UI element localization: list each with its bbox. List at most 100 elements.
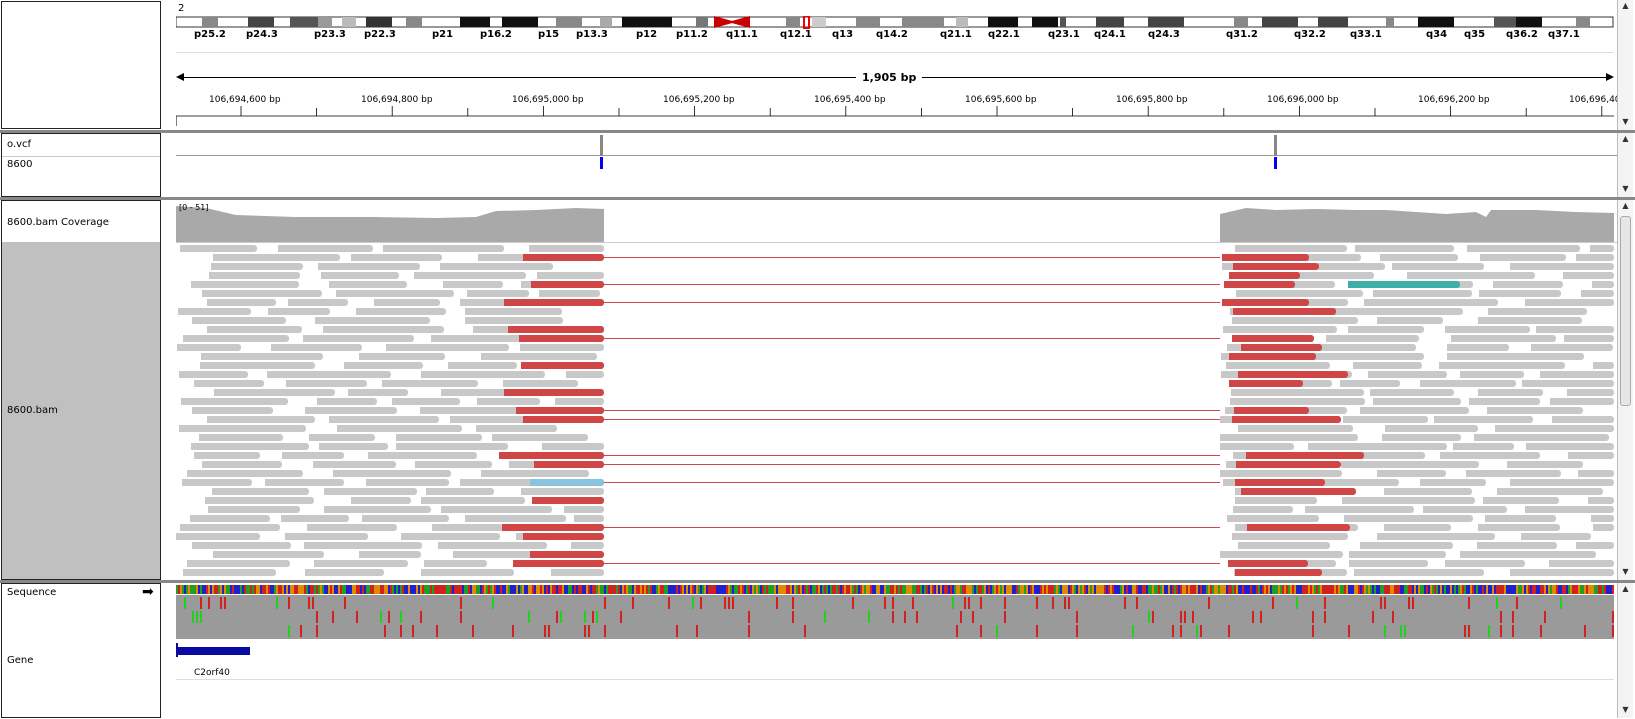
aligned-read[interactable] (1227, 515, 1319, 522)
strand-arrow-icon[interactable]: ➡ (142, 584, 154, 600)
aligned-read[interactable] (421, 569, 514, 576)
aligned-read[interactable] (1567, 389, 1614, 396)
aligned-read[interactable] (566, 371, 604, 378)
discordant-read[interactable] (1229, 353, 1316, 360)
aligned-read[interactable] (1549, 560, 1614, 567)
discordant-read[interactable] (1222, 299, 1309, 306)
aligned-read[interactable] (1536, 326, 1614, 333)
aligned-read[interactable] (1493, 281, 1563, 288)
aligned-read[interactable] (465, 308, 562, 315)
aligned-read[interactable] (1578, 470, 1614, 477)
aligned-read[interactable] (555, 398, 604, 405)
scroll-up-icon[interactable]: ▲ (1618, 133, 1633, 145)
ideogram-panel[interactable]: 2 p25.2 p24.3 p23.3 p22.3 p21 p16.2 p15 … (176, 0, 1621, 130)
aligned-read[interactable] (319, 443, 388, 450)
aligned-read[interactable] (187, 560, 290, 567)
aligned-read[interactable] (1478, 389, 1543, 396)
aligned-read[interactable] (212, 488, 309, 495)
scroll-down-icon[interactable]: ▼ (1618, 704, 1633, 716)
aligned-read[interactable] (192, 407, 273, 414)
aligned-read[interactable] (415, 461, 492, 468)
bam-track-selection[interactable]: 8600.bam (2, 242, 160, 579)
aligned-read[interactable] (209, 272, 300, 279)
aligned-read[interactable] (492, 434, 588, 441)
aligned-read[interactable] (202, 290, 322, 297)
aligned-read[interactable] (211, 263, 303, 270)
aligned-read[interactable] (192, 317, 286, 324)
aligned-read[interactable] (481, 353, 597, 360)
aligned-read[interactable] (309, 434, 375, 441)
aligned-read[interactable] (1445, 326, 1530, 333)
discordant-read[interactable] (1224, 281, 1295, 288)
discordant-read[interactable] (1234, 407, 1309, 414)
aligned-read[interactable] (467, 290, 529, 297)
feature-data-panel[interactable]: C2orf40 (176, 583, 1617, 718)
vcf-sample-name[interactable]: 8600 (7, 159, 32, 170)
variant-genotype-marker[interactable] (1274, 157, 1277, 169)
aligned-read[interactable] (529, 245, 604, 252)
aligned-read[interactable] (1308, 443, 1447, 450)
aligned-read[interactable] (424, 560, 487, 567)
aligned-read[interactable] (564, 506, 604, 513)
aligned-read[interactable] (1510, 569, 1614, 576)
aligned-read[interactable] (304, 542, 422, 549)
aligned-read[interactable] (207, 299, 276, 306)
aligned-read[interactable] (179, 425, 306, 432)
alignment-scrollbar[interactable]: ▲ ▼ (1617, 200, 1633, 580)
aligned-read[interactable] (1220, 470, 1342, 477)
aligned-read[interactable] (1522, 380, 1614, 387)
aligned-read[interactable] (386, 344, 509, 351)
aligned-read[interactable] (176, 533, 260, 540)
aligned-read[interactable] (1478, 317, 1582, 324)
aligned-read[interactable] (1370, 389, 1454, 396)
aligned-read[interactable] (1220, 434, 1358, 441)
discordant-read[interactable] (1229, 272, 1300, 279)
aligned-read[interactable] (1230, 398, 1365, 405)
aligned-read[interactable] (542, 443, 604, 450)
aligned-read[interactable] (1305, 506, 1414, 513)
aligned-read[interactable] (329, 416, 439, 423)
aligned-read[interactable] (1344, 515, 1473, 522)
aligned-read[interactable] (207, 326, 302, 333)
aligned-read[interactable] (1467, 245, 1580, 252)
aligned-read[interactable] (1220, 551, 1343, 558)
feature-scrollbar[interactable]: ▲ ▼ (1617, 583, 1633, 718)
aligned-read[interactable] (1526, 443, 1614, 450)
aligned-read[interactable] (337, 425, 462, 432)
aligned-read[interactable] (401, 533, 500, 540)
sequence-track[interactable] (176, 585, 1614, 645)
scroll-down-icon[interactable]: ▼ (1618, 116, 1633, 128)
aligned-read[interactable] (465, 317, 563, 324)
aligned-read[interactable] (368, 452, 477, 459)
aligned-read[interactable] (1420, 380, 1516, 387)
aligned-read[interactable] (1590, 245, 1614, 252)
aligned-read[interactable] (426, 488, 494, 495)
discordant-read[interactable] (504, 299, 604, 306)
aligned-read[interactable] (348, 389, 408, 396)
aligned-read[interactable] (1340, 380, 1400, 387)
aligned-read[interactable] (392, 398, 460, 405)
aligned-read[interactable] (181, 398, 288, 405)
aligned-read[interactable] (1593, 524, 1614, 531)
aligned-read[interactable] (1483, 497, 1559, 504)
discordant-read[interactable] (499, 452, 604, 459)
aligned-read[interactable] (1453, 443, 1514, 450)
aligned-read[interactable] (1341, 461, 1479, 468)
aligned-read[interactable] (1550, 398, 1614, 405)
aligned-read[interactable] (1373, 290, 1472, 297)
discordant-read[interactable] (513, 560, 604, 567)
aligned-read[interactable] (202, 461, 282, 468)
aligned-read[interactable] (382, 380, 478, 387)
aligned-read[interactable] (1576, 542, 1614, 549)
aligned-read[interactable] (351, 254, 442, 261)
aligned-read[interactable] (465, 515, 566, 522)
aligned-read[interactable] (503, 380, 578, 387)
aligned-read[interactable] (443, 281, 503, 288)
aligned-read[interactable] (1236, 290, 1363, 297)
aligned-read[interactable] (1223, 326, 1337, 333)
discordant-read[interactable] (502, 524, 604, 531)
aligned-read[interactable] (521, 488, 604, 495)
aligned-read[interactable] (441, 506, 552, 513)
aligned-read[interactable] (1485, 515, 1556, 522)
discordant-read[interactable] (1235, 569, 1322, 576)
